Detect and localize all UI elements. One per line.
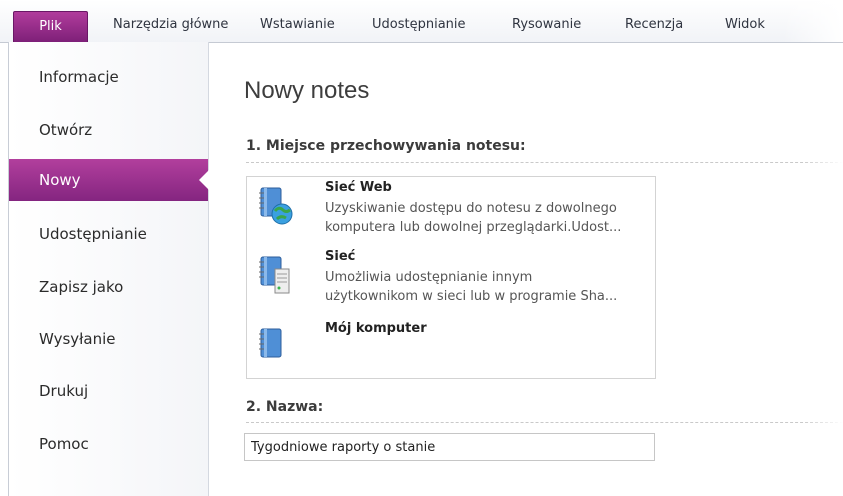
- tab-review[interactable]: Recenzja: [625, 12, 683, 38]
- section-location-heading: 1. Miejsce przechowywania notesu:: [246, 138, 526, 154]
- location-network-title: Sieć: [325, 249, 356, 264]
- ribbon-fade: [783, 0, 843, 42]
- tab-file[interactable]: Plik: [13, 11, 88, 43]
- location-list: Sieć Web Uzyskiwanie dostępu do notesu z…: [246, 176, 656, 379]
- section-divider: [246, 162, 843, 163]
- content-fade: [803, 43, 843, 496]
- ribbon-tab-bar: Plik Narzędzia główne Wstawianie Udostęp…: [0, 0, 843, 43]
- location-web-desc-line: Uzyskiwanie dostępu do notesu z dowolneg…: [325, 201, 617, 216]
- web-notebook-icon: [259, 187, 293, 225]
- location-my-computer-title: Mój komputer: [325, 321, 427, 336]
- tab-home[interactable]: Narzędzia główne: [113, 12, 228, 38]
- nav-item-save-as[interactable]: Zapisz jako: [9, 266, 208, 308]
- location-my-computer[interactable]: Mój komputer: [255, 321, 650, 371]
- network-notebook-icon: [259, 256, 290, 294]
- nav-item-send[interactable]: Wysyłanie: [9, 318, 208, 360]
- nav-item-open[interactable]: Otwórz: [9, 109, 208, 151]
- tab-view[interactable]: Widok: [725, 12, 765, 38]
- location-network-desc-line: użytkownikom w sieci lub w programie Sha…: [325, 289, 618, 304]
- tab-share[interactable]: Udostępnianie: [372, 12, 466, 38]
- page-title: Nowy notes: [244, 77, 370, 104]
- location-network-desc-line: Umożliwia udostępnianie innym: [325, 270, 533, 285]
- tab-insert[interactable]: Wstawianie: [260, 12, 335, 38]
- location-network[interactable]: Sieć Umożliwia udostępnianie innym użytk…: [255, 249, 650, 319]
- section-name-heading: 2. Nazwa:: [246, 399, 324, 415]
- nav-item-print[interactable]: Drukuj: [9, 370, 208, 412]
- nav-item-info[interactable]: Informacje: [9, 56, 208, 98]
- location-web[interactable]: Sieć Web Uzyskiwanie dostępu do notesu z…: [255, 180, 650, 250]
- location-web-title: Sieć Web: [325, 180, 392, 195]
- main-panel: Nowy notes 1. Miejsce przechowywania not…: [208, 43, 843, 496]
- nav-item-help[interactable]: Pomoc: [9, 423, 208, 465]
- tab-draw[interactable]: Rysowanie: [512, 12, 581, 38]
- location-web-desc-line: komputera lub dowolnej przeglądarki.Udos…: [325, 220, 622, 235]
- section-divider: [246, 422, 843, 423]
- backstage-nav: Informacje Otwórz Nowy Udostępnianie Zap…: [8, 42, 209, 496]
- location-network-desc: Umożliwia udostępnianie innym użytkownik…: [325, 268, 655, 306]
- computer-notebook-icon: [259, 328, 282, 358]
- nav-item-new[interactable]: Nowy: [9, 159, 208, 201]
- notebook-name-input[interactable]: [244, 433, 655, 461]
- location-web-desc: Uzyskiwanie dostępu do notesu z dowolneg…: [325, 199, 655, 237]
- nav-item-share[interactable]: Udostępnianie: [9, 213, 208, 255]
